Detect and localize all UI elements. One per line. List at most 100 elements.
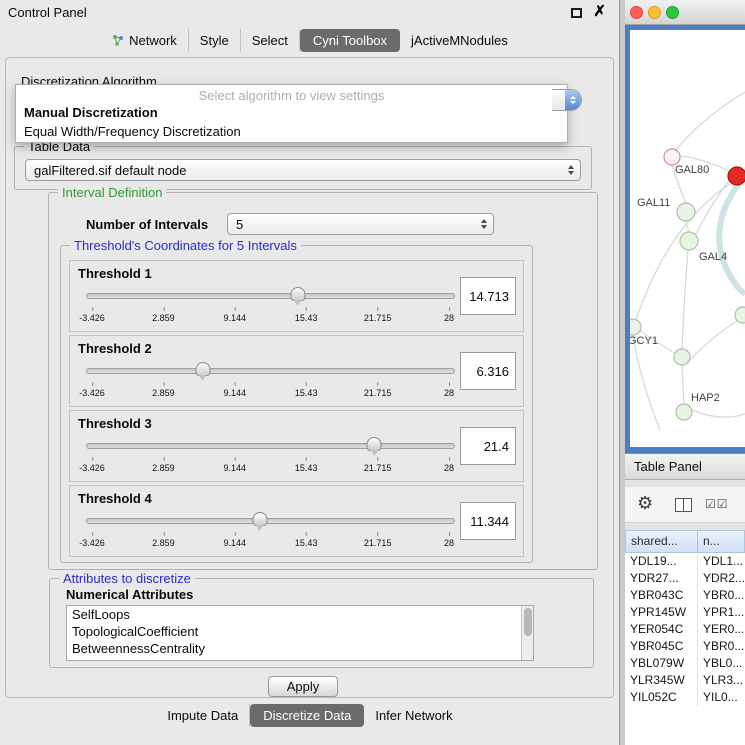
tab-jactivemnodules[interactable]: jActiveMNodules: [400, 29, 519, 52]
table-row[interactable]: YLR345WYLR3...: [625, 672, 745, 689]
tab-label: Network: [129, 33, 177, 48]
node-label-gal4: GAL4: [699, 251, 727, 263]
slider-thumb[interactable]: [367, 437, 382, 451]
threshold-4-slider[interactable]: [92, 512, 449, 530]
columns-icon[interactable]: [675, 498, 692, 512]
cell-name[interactable]: YDR2...: [698, 570, 745, 587]
close-traffic-light-icon[interactable]: [630, 6, 643, 19]
cell-name[interactable]: YBR0...: [698, 587, 745, 604]
table-row[interactable]: YBR045CYBR0...: [625, 638, 745, 655]
table-row[interactable]: YDL19...YDL1...: [625, 553, 745, 570]
column-header-name[interactable]: n...: [698, 530, 745, 553]
cell-shared-name[interactable]: YBR043C: [625, 587, 698, 604]
table-data-combo[interactable]: galFiltered.sif default node: [25, 159, 581, 181]
table-row[interactable]: YPR145WYPR1...: [625, 604, 745, 621]
column-header-shared-name[interactable]: shared...: [625, 530, 698, 553]
network-node: [630, 319, 641, 335]
float-icon[interactable]: [571, 8, 582, 18]
tab-style[interactable]: Style: [189, 29, 241, 52]
cell-name[interactable]: YBR0...: [698, 638, 745, 655]
cell-name[interactable]: YER0...: [698, 621, 745, 638]
list-item[interactable]: BetweennessCentrality: [67, 640, 533, 657]
tab-label: Select: [252, 33, 288, 48]
tab-cyni-toolbox[interactable]: Cyni Toolbox: [300, 29, 400, 52]
cell-shared-name[interactable]: YLR345W: [625, 672, 698, 689]
scale-tick: 21.715: [364, 538, 392, 548]
slider-track[interactable]: [86, 443, 455, 449]
network-canvas[interactable]: GAL80 GAL11 GAL4 GCY1 HAP2: [630, 30, 745, 447]
cell-name[interactable]: YBL0...: [698, 655, 745, 672]
slider-scale: -3.426 2.859 9.144 15.43 21.715 28: [92, 457, 449, 475]
apply-button[interactable]: Apply: [268, 676, 338, 697]
network-node: [735, 307, 745, 323]
table-row[interactable]: YBR043CYBR0...: [625, 587, 745, 604]
tab-network[interactable]: Network: [101, 29, 189, 52]
tab-discretize-data[interactable]: Discretize Data: [250, 704, 364, 727]
network-node: [676, 404, 692, 420]
threshold-3-slider[interactable]: [92, 437, 449, 455]
minimize-traffic-light-icon[interactable]: [648, 6, 661, 19]
scale-tick: 21.715: [364, 388, 392, 398]
cell-name[interactable]: YIL0...: [698, 689, 745, 706]
zoom-traffic-light-icon[interactable]: [666, 6, 679, 19]
slider-thumb[interactable]: [195, 362, 210, 376]
select-all-icons[interactable]: ☑☑: [705, 497, 729, 511]
number-of-intervals-combo[interactable]: 5: [227, 213, 494, 235]
cell-shared-name[interactable]: YBR045C: [625, 638, 698, 655]
tab-select[interactable]: Select: [241, 29, 300, 52]
cell-shared-name[interactable]: YDL19...: [625, 553, 698, 570]
threshold-2-value-input[interactable]: [460, 352, 516, 390]
scale-tick: 21.715: [364, 463, 392, 473]
table-row[interactable]: YBL079WYBL0...: [625, 655, 745, 672]
combo-updown-icon: [562, 165, 580, 175]
threshold-1-slider[interactable]: [92, 287, 449, 305]
numerical-attributes-label: Numerical Attributes: [66, 587, 193, 602]
option-manual-discretization[interactable]: Manual Discretization: [16, 104, 567, 123]
table-header-row: shared... n...: [625, 530, 745, 553]
cell-name[interactable]: YLR3...: [698, 672, 745, 689]
list-item[interactable]: SelfLoops: [67, 606, 533, 623]
table-row[interactable]: YDR27...YDR2...: [625, 570, 745, 587]
cell-name[interactable]: YDL1...: [698, 553, 745, 570]
scrollbar-thumb[interactable]: [524, 608, 532, 636]
threshold-1-value-input[interactable]: [460, 277, 516, 315]
list-item[interactable]: TopologicalCoefficient: [67, 623, 533, 640]
scale-tick: 21.715: [364, 313, 392, 323]
threshold-4-value-input[interactable]: [460, 502, 516, 540]
cell-shared-name[interactable]: YDR27...: [625, 570, 698, 587]
option-equal-width-frequency[interactable]: Equal Width/Frequency Discretization: [16, 123, 567, 142]
network-nodes[interactable]: [630, 149, 745, 420]
slider-thumb[interactable]: [252, 512, 267, 526]
slider-thumb[interactable]: [290, 287, 305, 301]
list-scrollbar[interactable]: [521, 606, 533, 660]
threshold-label: Threshold 2: [78, 341, 152, 356]
cell-shared-name[interactable]: YBL079W: [625, 655, 698, 672]
close-icon[interactable]: ✗: [593, 4, 606, 20]
scale-tick: 9.144: [224, 388, 247, 398]
table-row[interactable]: YER054CYER0...: [625, 621, 745, 638]
threshold-2-slider[interactable]: [92, 362, 449, 380]
slider-track[interactable]: [86, 293, 455, 299]
control-panel-window: Control Panel ✗ Network Style Select Cyn…: [0, 0, 620, 745]
node-label-gcy1: GCY1: [630, 335, 658, 347]
table-panel-title: Table Panel: [634, 459, 702, 474]
slider-track[interactable]: [86, 368, 455, 374]
cell-shared-name[interactable]: YPR145W: [625, 604, 698, 621]
algorithm-combo-fragment[interactable]: [552, 89, 582, 111]
thresholds-group: Threshold's Coordinates for 5 Intervals …: [60, 245, 533, 563]
slider-track[interactable]: [86, 518, 455, 524]
tab-infer-network[interactable]: Infer Network: [364, 704, 463, 727]
table-data-group: Table Data galFiltered.sif default node: [14, 146, 592, 190]
table-row[interactable]: YIL052CYIL0...: [625, 689, 745, 706]
cell-shared-name[interactable]: YER054C: [625, 621, 698, 638]
scale-tick: 9.144: [224, 463, 247, 473]
threshold-3-value-input[interactable]: [460, 427, 516, 465]
tab-label: jActiveMNodules: [411, 33, 508, 48]
network-edges[interactable]: [633, 92, 745, 430]
gear-icon[interactable]: ⚙: [637, 493, 653, 514]
cell-shared-name[interactable]: YIL052C: [625, 689, 698, 706]
table-rows: YDL19...YDL1... YDR27...YDR2... YBR043CY…: [625, 553, 745, 745]
cell-name[interactable]: YPR1...: [698, 604, 745, 621]
scale-tick: 28: [444, 538, 454, 548]
tab-impute-data[interactable]: Impute Data: [156, 704, 250, 727]
